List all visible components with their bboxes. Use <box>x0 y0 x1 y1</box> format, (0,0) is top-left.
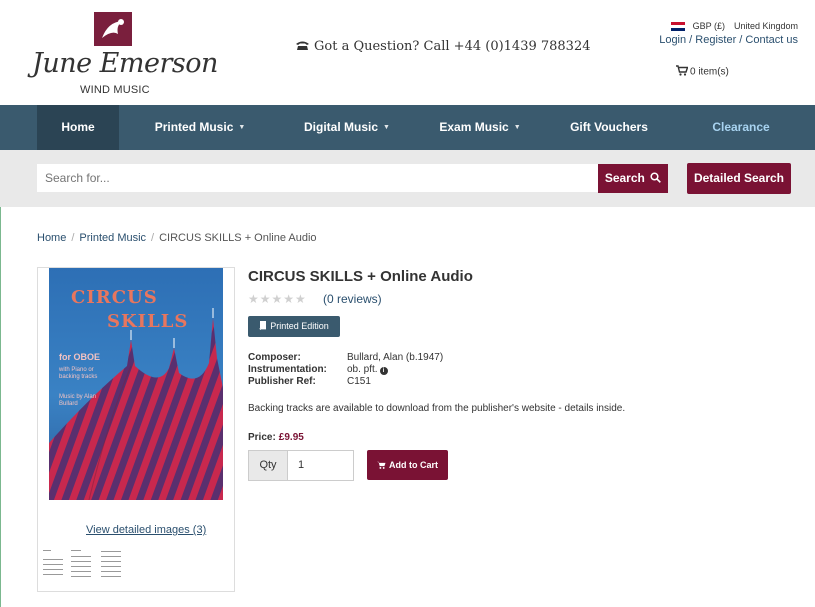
country-label: United Kingdom <box>733 21 798 31</box>
nav-printed-music-label: Printed Music <box>154 120 234 134</box>
site-logo[interactable]: June Emerson WIND MUSIC <box>30 12 218 98</box>
cart-icon <box>676 65 689 79</box>
logo-subtitle: WIND MUSIC <box>80 84 150 96</box>
cart-count: 0 item(s) <box>690 66 729 78</box>
product-cover-image[interactable]: CIRCUS SKILLS for OBOE with Piano or bac… <box>49 268 223 500</box>
currency-label: GBP (£) <box>692 21 725 31</box>
uk-flag-icon <box>670 22 685 32</box>
chevron-down-icon: ▼ <box>383 124 390 131</box>
search-bar: Search Detailed Search <box>0 150 815 207</box>
view-detailed-images-link[interactable]: View detailed images (3) <box>86 524 206 536</box>
breadcrumb-printed-music[interactable]: Printed Music <box>79 232 146 244</box>
book-icon <box>259 317 267 338</box>
product-title: CIRCUS SKILLS + Online Audio <box>248 268 473 285</box>
nav-exam-music[interactable]: Exam Music ▼ <box>428 105 532 150</box>
instrumentation-row: Instrumentation: ob. pft. i <box>248 364 443 376</box>
edition-badge[interactable]: Printed Edition <box>248 316 340 337</box>
instrumentation-value: ob. pft. <box>347 364 378 375</box>
breadcrumb-separator: / <box>151 232 155 244</box>
qty-label: Qty <box>248 450 288 481</box>
publisher-row: Publisher Ref: C151 <box>248 376 443 388</box>
phone-text: Got a Question? Call +44 (0)1439 788324 <box>314 39 591 54</box>
quantity-input[interactable]: 1 <box>287 450 354 481</box>
publisher-value: C151 <box>347 376 371 387</box>
detailed-search-button[interactable]: Detailed Search <box>687 163 791 194</box>
instrumentation-label: Instrumentation: <box>248 364 327 375</box>
reviews-link[interactable]: (0 reviews) <box>323 292 382 306</box>
product-image-panel: CIRCUS SKILLS for OBOE with Piano or bac… <box>37 267 235 592</box>
thumbnail-2[interactable] <box>69 547 93 580</box>
chevron-down-icon: ▼ <box>238 124 246 131</box>
composer-row: Composer: Bullard, Alan (b.1947) <box>248 352 443 364</box>
cover-title-line-1: CIRCUS <box>71 287 158 308</box>
cover-instrument: for OBOE <box>59 352 101 362</box>
search-button[interactable]: Search <box>598 164 668 193</box>
price-row: Price: £9.95 <box>248 432 304 443</box>
thumbnail-1[interactable] <box>41 547 65 580</box>
logo-emblem-icon <box>94 12 132 46</box>
edition-label: Printed Edition <box>270 321 329 331</box>
phone-icon <box>296 39 309 50</box>
account-links[interactable]: Login / Register / Contact us <box>659 34 798 46</box>
nav-printed-music[interactable]: Printed Music ▼ <box>140 105 260 150</box>
currency-selector[interactable]: GBP (£) United Kingdom <box>659 21 798 32</box>
site-header: June Emerson WIND MUSIC Got a Question? … <box>0 0 815 105</box>
phone-contact: Got a Question? Call +44 (0)1439 788324 <box>296 39 591 54</box>
nav-gift-vouchers-label: Gift Vouchers <box>570 120 648 134</box>
nav-exam-music-label: Exam Music <box>439 120 509 134</box>
product-details: Composer: Bullard, Alan (b.1947) Instrume… <box>248 352 443 388</box>
main-nav: Home Printed Music ▼ Digital Music ▼ Exam … <box>0 105 815 150</box>
cover-subtitle: with Piano or backing tracks <box>59 367 98 380</box>
breadcrumb: Home / Printed Music / CIRCUS SKILLS + Onlin… <box>37 232 317 244</box>
search-icon <box>650 165 662 194</box>
add-to-cart-label: Add to Cart <box>389 460 438 470</box>
nav-gift-vouchers[interactable]: Gift Vouchers <box>560 105 658 150</box>
search-input[interactable] <box>37 164 599 192</box>
breadcrumb-home[interactable]: Home <box>37 232 66 244</box>
cart-icon <box>377 451 386 481</box>
nav-digital-music-label: Digital Music <box>304 120 379 134</box>
info-icon[interactable]: i <box>379 367 388 375</box>
nav-home-label: Home <box>61 120 95 134</box>
cover-title-line-2: SKILLS <box>107 311 189 332</box>
header-utilities: GBP (£) United Kingdom Login / Register /… <box>659 21 798 46</box>
product-description: Backing tracks are available to download… <box>248 403 626 414</box>
nav-digital-music[interactable]: Digital Music ▼ <box>288 105 406 150</box>
chevron-down-icon: ▼ <box>513 124 521 131</box>
cover-author: Music by Alan Bullard <box>59 394 97 407</box>
breadcrumb-separator: / <box>71 232 75 244</box>
nav-clearance-label: Clearance <box>712 120 770 134</box>
price-label: Price: <box>248 432 276 443</box>
nav-clearance[interactable]: Clearance <box>700 105 782 150</box>
rating-stars: ★★★★★ <box>248 292 307 306</box>
breadcrumb-current: CIRCUS SKILLS + Online Audio <box>159 232 317 244</box>
price-value: £9.95 <box>278 432 304 443</box>
add-to-cart-button[interactable]: Add to Cart <box>367 450 448 480</box>
cart-link[interactable]: 0 item(s) <box>676 65 729 79</box>
nav-home[interactable]: Home <box>37 105 119 150</box>
publisher-label: Publisher Ref: <box>248 376 316 387</box>
composer-value[interactable]: Bullard, Alan (b.1947) <box>347 352 443 363</box>
search-button-label: Search <box>604 171 645 185</box>
logo-script-text: June Emerson <box>32 48 218 79</box>
thumbnail-3[interactable] <box>99 547 123 580</box>
composer-label: Composer: <box>248 352 301 363</box>
